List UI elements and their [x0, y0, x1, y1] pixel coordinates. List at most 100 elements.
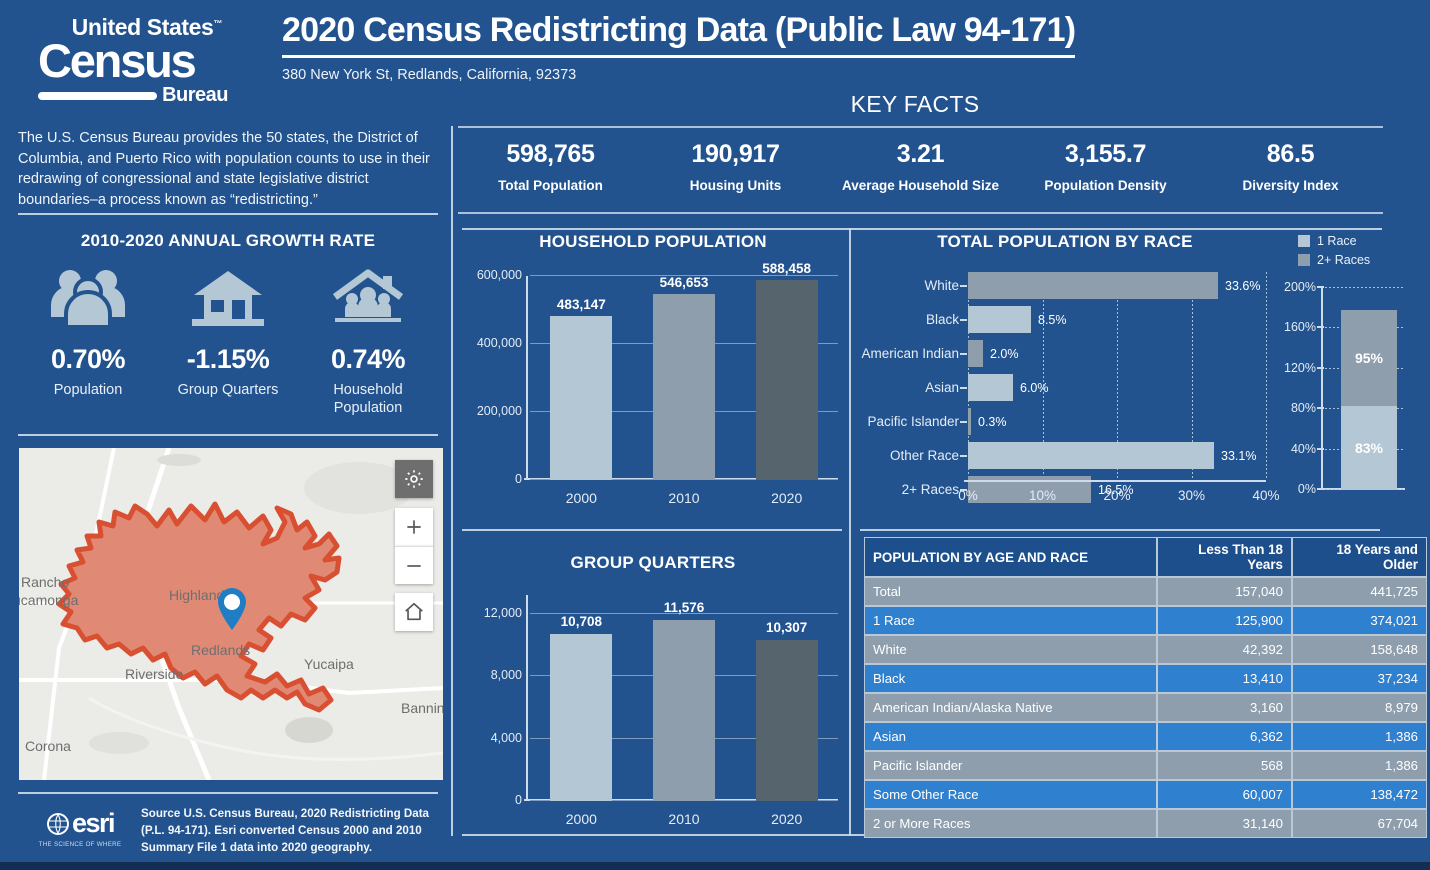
bar-group-2010[interactable]: 11,576: [633, 595, 736, 801]
key-fact-value: 190,917: [691, 140, 780, 168]
bar[interactable]: [968, 272, 1218, 299]
x-tick-label: 2020: [771, 811, 803, 827]
bar[interactable]: [968, 408, 971, 435]
growth-label: Household Population: [333, 382, 403, 417]
divider-charts-top: [462, 228, 1382, 230]
y-tick-label: 200,000: [476, 404, 522, 418]
bar[interactable]: [968, 306, 1031, 333]
table-row[interactable]: Total 157,040 441,725: [864, 577, 1427, 606]
chart-title: GROUP QUARTERS: [570, 553, 736, 572]
row-over18: 1,386: [1292, 751, 1427, 780]
locator-map[interactable]: Highland Redlands Yucaipa Rancho ucamong…: [19, 448, 443, 780]
table-row[interactable]: Asian 6,362 1,386: [864, 722, 1427, 751]
logo-bureau-word: Bureau: [162, 84, 228, 107]
x-tick-label: 2020: [771, 490, 803, 506]
bar-group-2000[interactable]: 10,708: [530, 595, 633, 801]
y-tick-label: 80%: [1290, 401, 1316, 416]
stack-segment-1-race[interactable]: 83%: [1341, 406, 1397, 490]
race-plot-area: White 33.6% Black 8.5% American Indian 2…: [861, 272, 1280, 503]
bar-data-label: 11,576: [663, 600, 705, 615]
row-label: Total: [864, 577, 1157, 606]
row-under18: 125,900: [1157, 606, 1292, 635]
header-less-than-18: Less Than 18 Years: [1157, 537, 1292, 577]
table-row[interactable]: 1 Race 125,900 374,021: [864, 606, 1427, 635]
bar[interactable]: [550, 634, 613, 801]
row-over18: 67,704: [1292, 809, 1427, 838]
stack-segment-2plus-races[interactable]: 95%: [1341, 310, 1397, 407]
y-axis: [1321, 288, 1323, 490]
race-bar-pacific-islander[interactable]: Pacific Islander 0.3%: [867, 408, 1266, 435]
key-facts-divider-bottom: [458, 212, 1383, 214]
zoom-in-icon[interactable]: [395, 508, 433, 546]
race-bar-white[interactable]: White 33.6%: [924, 272, 1266, 299]
race-label: American Indian: [861, 346, 959, 361]
plot-area: 600,000 400,000 200,000 0 483,147 546,65…: [477, 261, 838, 506]
row-under18: 568: [1157, 751, 1292, 780]
bar-data-label: 546,653: [659, 275, 709, 290]
table-row[interactable]: Black 13,410 37,234: [864, 664, 1427, 693]
svg-text:Corona: Corona: [25, 738, 71, 754]
x-tick-labels: 2000 2010 2020: [530, 480, 838, 506]
bar[interactable]: [550, 316, 613, 480]
bottom-bar: [0, 862, 1430, 870]
zoom-out-icon[interactable]: [395, 546, 433, 584]
logo-bureau-row: Bureau: [38, 84, 228, 107]
bar-data-label: 33.1%: [1221, 448, 1257, 463]
svg-text:Rancho: Rancho: [21, 574, 69, 590]
table-row[interactable]: American Indian/Alaska Native 3,160 8,97…: [864, 693, 1427, 722]
growth-value: 0.70%: [50, 344, 126, 374]
bar-group-2020[interactable]: 588,458: [735, 261, 838, 480]
bar-group-2020[interactable]: 10,307: [735, 595, 838, 801]
bar[interactable]: [755, 280, 818, 480]
bar[interactable]: [653, 620, 715, 801]
race-bar-other-race[interactable]: Other Race 33.1%: [890, 442, 1266, 469]
population-by-age-and-race-table: POPULATION BY AGE AND RACE Less Than 18 …: [864, 537, 1427, 838]
bar[interactable]: [653, 294, 715, 480]
axis-tick: [960, 386, 967, 389]
key-fact-value: 3.21: [896, 140, 945, 168]
key-fact-value: 3,155.7: [1064, 140, 1147, 168]
table-row[interactable]: Some Other Race 60,007 138,472: [864, 780, 1427, 809]
race-bar-black[interactable]: Black 8.5%: [926, 306, 1266, 333]
gear-icon[interactable]: [395, 460, 433, 498]
table-row[interactable]: White 42,392 158,648: [864, 635, 1427, 664]
growth-value: 0.74%: [330, 344, 406, 374]
legend-item-1-race[interactable]: 1 Race: [1298, 234, 1370, 248]
race-bar-american-indian[interactable]: American Indian 2.0%: [861, 340, 1266, 367]
bar[interactable]: [755, 640, 818, 801]
bar[interactable]: [968, 442, 1214, 469]
logo-rule: [38, 91, 158, 100]
key-facts-row: 598,765 Total Population 190,917 Housing…: [458, 132, 1383, 210]
bar[interactable]: [968, 340, 983, 367]
axis-tick: [960, 284, 967, 287]
header-category: POPULATION BY AGE AND RACE: [864, 537, 1157, 577]
chart-title: TOTAL POPULATION BY RACE: [937, 232, 1193, 251]
legend-item-2plus-races[interactable]: 2+ Races: [1298, 253, 1370, 267]
row-over18: 374,021: [1292, 606, 1427, 635]
divider-vertical-left: [451, 126, 453, 836]
growth-item-population: 0.70% Population: [18, 262, 158, 417]
race-bar-asian[interactable]: Asian 6.0%: [925, 374, 1266, 401]
bar-group-2010[interactable]: 546,653: [633, 275, 736, 480]
legend-swatch: [1298, 254, 1310, 266]
row-over18: 1,386: [1292, 722, 1427, 751]
y-tick-label: 4,000: [490, 731, 522, 745]
bar-data-label: 2.0%: [990, 346, 1019, 361]
divider-map-bottom: [18, 792, 438, 794]
race-label: Asian: [925, 380, 959, 395]
x-tick-label: 2010: [668, 490, 700, 506]
y-tick-label: 0: [515, 472, 522, 486]
race-label: White: [924, 278, 959, 293]
bar-data-label: 6.0%: [1020, 380, 1049, 395]
x-tick-label: 2000: [565, 490, 597, 506]
row-label: 2 or More Races: [864, 809, 1157, 838]
source-note: Source U.S. Census Bureau, 2020 Redistri…: [141, 807, 430, 855]
divider-household-bottom: [462, 529, 842, 531]
table-row[interactable]: 2 or More Races 31,140 67,704: [864, 809, 1427, 838]
bar-group-2000[interactable]: 483,147: [530, 276, 633, 480]
logo-census-word: Census: [38, 34, 197, 87]
home-icon[interactable]: [395, 593, 433, 631]
bar[interactable]: [968, 374, 1013, 401]
table-row[interactable]: Pacific Islander 568 1,386: [864, 751, 1427, 780]
dashboard-page: United States™ Census Bureau 2020 Census…: [0, 0, 1430, 870]
